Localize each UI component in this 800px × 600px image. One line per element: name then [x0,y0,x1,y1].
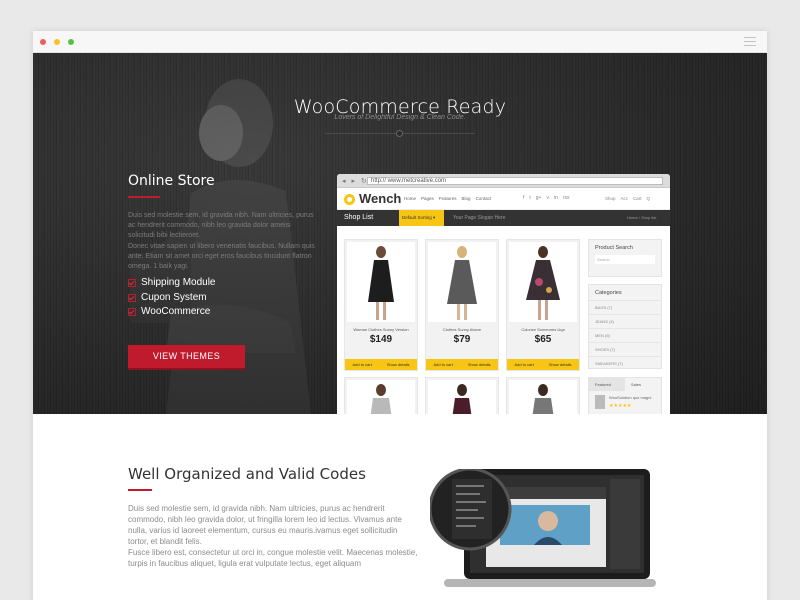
check-icon [128,307,136,316]
mock-nav-menu: Home Pages Features Blog Contact [404,196,492,201]
mock-browser-screenshot: ◂ ▸ ↻ http:// www.metcreative.com Wench … [337,174,670,414]
feature-shipping-module: Shipping Module [128,277,216,288]
wench-brand: Wench [359,191,402,206]
online-store-title: Online Store [128,173,215,189]
title-underline [128,196,160,198]
wench-logo-icon [344,194,355,205]
online-store-paragraph-1: Duis sed molestie sem, id gravida nibh. … [128,212,314,239]
title-bar [33,31,767,53]
page-slogan: Your Page Slogan Here [453,215,506,221]
browser-window: WooCommerce Ready Lovers of Delightful D… [33,31,767,600]
product-card: Woman Clothes Sunny Version $149 Add to … [344,239,418,371]
mock-shop-bar: Shop List Default Sorting ▾ Your Page Sl… [337,210,670,226]
close-dot[interactable] [40,39,46,45]
check-icon [128,278,136,287]
product-image [347,242,415,322]
sort-dropdown: Default Sorting ▾ [399,210,444,226]
product-price: $79 [453,334,471,345]
feature-cupon-system: Cupon System [128,292,207,303]
product-image [509,242,577,322]
product-search-widget: Product Search Search [588,239,662,277]
product-search-input: Search [595,255,655,264]
view-themes-button[interactable]: VIEW THEMES [128,345,245,368]
section-underline [128,489,152,491]
section-title: Well Organized and Valid Codes [128,465,366,483]
product-actions: Add to cart Show details [426,359,498,370]
feature-woocommerce: WooCommerce [128,306,210,317]
online-store-paragraph-2: Donec vitae sapien ut libero venenatis f… [128,243,315,270]
laptop-editor-image [430,469,656,587]
product-card [425,377,499,414]
maximize-dot[interactable] [68,39,74,45]
hero-divider [325,130,475,137]
minimize-dot[interactable] [54,39,60,45]
check-icon [128,293,136,302]
hamburger-menu-icon[interactable] [744,37,756,49]
shop-list-title: Shop List [344,214,374,221]
product-actions: Add to cart Show details [345,359,417,370]
mock-site-header: Wench Home Pages Features Blog Contact f t g+ v… [337,188,670,210]
categories-widget: Categories BAGS (7) JEANS (4) MEN (6) SH… [588,284,662,369]
mock-social-icons: f t g+ v in rss [523,195,570,201]
product-price: $65 [534,334,552,345]
mock-nav-arrows-icon: ◂ ▸ ↻ [342,178,369,185]
section-paragraph-2: Fusce libero est, consectetur ut orci in… [128,548,418,568]
product-card: Clothes Sunny Above $79 Add to cart Show … [425,239,499,371]
product-card [506,377,580,414]
featured-widget: Featured Sales WooSolution quo magni ★★★… [588,377,662,414]
product-card [344,377,418,414]
rating-stars-icon: ★★★★★ [609,403,632,409]
product-actions: Add to cart Show details [507,359,579,370]
mock-address-bar: ◂ ▸ ↻ http:// www.metcreative.com [337,174,670,188]
product-image [428,242,496,322]
mock-breadcrumb: Home / Shop list [627,215,657,220]
product-card: Colorize Someones Uqa $65 Add to cart Sho… [506,239,580,371]
product-price: $149 [369,334,393,345]
section-paragraph-1: Duis sed molestie sem, id gravida nibh. … [128,504,402,546]
mock-url-field: http:// www.metcreative.com [367,177,663,185]
hero-subtitle: Lovers of Delightful Design & Clean Code… [334,114,466,121]
hero-section: WooCommerce Ready Lovers of Delightful D… [33,53,767,414]
mock-header-links: Shop Acc Cart Q [605,196,651,201]
